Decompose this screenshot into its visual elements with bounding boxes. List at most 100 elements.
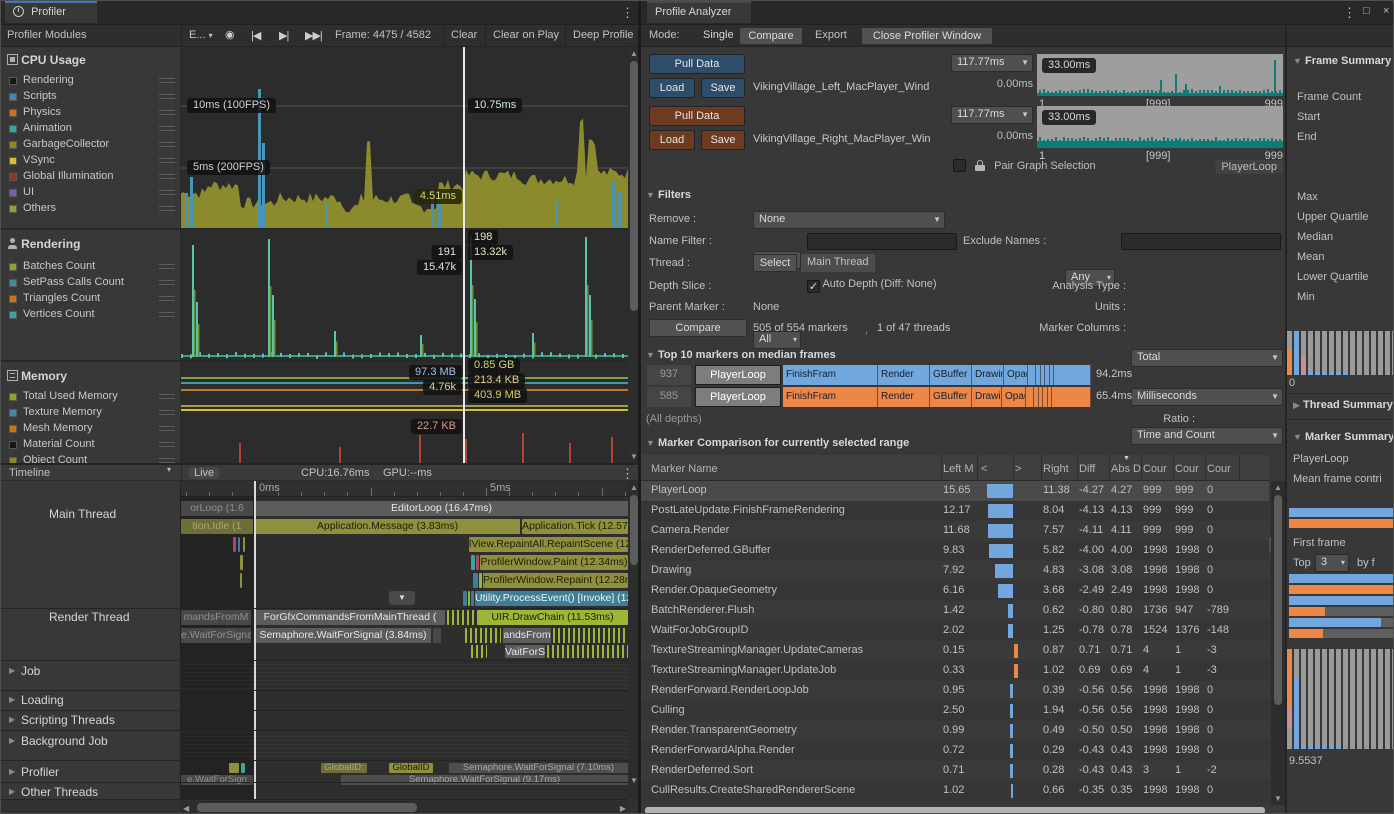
timeline-marker-bar[interactable]: Semaphore.WaitForSignal (7.10ms) (449, 763, 628, 773)
table-row[interactable]: WaitForJobGroupID2.021.25-0.780.78152413… (641, 621, 1269, 641)
thread-row-loading[interactable]: ▶Loading (1, 692, 181, 708)
table-row[interactable]: Drawing7.924.83-3.083.08199819980 (641, 561, 1269, 581)
thread-summary-header[interactable]: ▶ Thread Summary (1293, 399, 1394, 411)
save-button[interactable]: Save (701, 130, 745, 150)
top10-header[interactable]: ▼ Top 10 markers on median frames (646, 349, 836, 361)
timeline-marker-bar[interactable]: lView.RepaintAll.RepaintScene (12.35m (469, 537, 628, 552)
column-header-9[interactable]: Cour (1207, 463, 1237, 475)
timeline-marker-bar[interactable]: ProfilerWindow.Repaint (12.28ms) (483, 573, 628, 588)
module-header-cpu-usage[interactable]: CPU Usage (7, 53, 179, 67)
timeline-marker-bar[interactable]: VaitForSig (505, 645, 545, 658)
top10-segment[interactable]: Drawin (972, 387, 1002, 407)
frame-first-button[interactable]: |◀ (251, 29, 260, 42)
drag-handle-icon[interactable] (159, 426, 175, 431)
top10-segment[interactable] (1028, 365, 1036, 385)
table-row[interactable]: RenderForward.RenderLoopJob0.950.39-0.56… (641, 681, 1269, 701)
rendering-chart[interactable] (181, 230, 628, 361)
timeline-vscrollbar-thumb[interactable] (630, 495, 638, 565)
table-row[interactable]: RenderDeferred.GBuffer9.835.82-4.004.001… (641, 541, 1269, 561)
table-row[interactable]: RenderForwardAlpha.Render0.720.29-0.430.… (641, 741, 1269, 761)
thread-row-scripting-threads[interactable]: ▶Scripting Threads (1, 712, 181, 728)
timeline-marker-bar[interactable]: Application.Message (3.83ms) (255, 519, 520, 534)
thread-row-other-threads[interactable]: ▶Other Threads (1, 784, 181, 800)
timeline-marker-bar[interactable]: Semaphore.WaitForSignal (3.84ms) (255, 628, 431, 643)
column-header-7[interactable]: Cour (1143, 463, 1173, 475)
load-button[interactable]: Load (649, 130, 695, 150)
foldout-arrow-icon[interactable]: ▶ (9, 695, 15, 704)
modules-scrollbar-thumb[interactable] (630, 61, 638, 311)
table-vscrollbar[interactable]: ▲▼ (1271, 481, 1285, 805)
top10-segment[interactable]: GBuffer (930, 365, 972, 385)
frame-last-button[interactable]: ▶▶| (305, 29, 322, 42)
legend-item[interactable]: Scripts (1, 89, 181, 105)
table-row[interactable]: TextureStreamingManager.UpdateJob0.331.0… (641, 661, 1269, 681)
clear-on-play-button[interactable]: Clear on Play (493, 29, 559, 41)
timeline-marker-bar[interactable]: Semaphore.WaitForSignal (9.17ms) (341, 775, 628, 785)
thread-row-background-job[interactable]: ▶Background Job (1, 733, 181, 749)
drag-handle-icon[interactable] (159, 394, 175, 399)
top10-segment[interactable]: Render (878, 365, 930, 385)
analyzer-hscrollbar-thumb[interactable] (645, 807, 1265, 814)
timeline-menu-icon[interactable]: ⋮ (621, 466, 634, 482)
memory-chart[interactable] (181, 362, 628, 463)
remove-dropdown[interactable]: None▼ (753, 211, 945, 229)
marker-columns-dropdown[interactable]: Time and Count▼ (1131, 427, 1283, 445)
frame-summary-header[interactable]: ▼ Frame Summary (1293, 55, 1394, 67)
profiler-modules-dropdown[interactable]: Profiler Modules▾ (7, 29, 167, 41)
drag-handle-icon[interactable] (159, 190, 175, 195)
range-dropdown[interactable]: 117.77ms▼ (951, 54, 1033, 72)
cpu-usage-chart[interactable] (181, 47, 628, 229)
thread-row-main-thread[interactable]: Main Thread (1, 506, 181, 522)
drag-handle-icon[interactable] (159, 174, 175, 179)
drag-handle-icon[interactable] (159, 110, 175, 115)
top10-segment[interactable]: Render (878, 387, 930, 407)
foldout-arrow-icon[interactable]: ▶ (9, 736, 15, 745)
range-dropdown[interactable]: 117.77ms▼ (951, 106, 1033, 124)
timeline-marker-bar[interactable]: andsFrom (503, 628, 551, 643)
mode-compare-button[interactable]: Compare (739, 27, 803, 45)
close-icon[interactable]: × (1383, 5, 1389, 17)
tab-profile-analyzer[interactable]: Profile Analyzer (647, 1, 751, 23)
table-row[interactable]: PlayerLoop15.6511.38-4.274.279999990 (641, 481, 1269, 501)
analyzer-menu-icon[interactable]: ⋮ (1343, 5, 1356, 21)
timeline-hscrollbar-thumb[interactable] (197, 803, 417, 812)
marker-comparison-header[interactable]: ▼ Marker Comparison for currently select… (646, 437, 909, 449)
top10-segment[interactable] (1054, 365, 1091, 385)
timeline-track-area[interactable]: 0ms5msorLoop (1.6EditorLoop (16.47ms)tio… (181, 481, 628, 799)
drag-handle-icon[interactable] (159, 206, 175, 211)
maximize-icon[interactable]: □ (1363, 5, 1370, 17)
timeline-marker-bar[interactable]: UIR.DrawChain (11.53ms) (477, 610, 628, 625)
frame-time-graph[interactable]: 33.00ms (1037, 54, 1283, 96)
scroll-right-icon[interactable]: ▶ (620, 804, 626, 813)
filters-header[interactable]: ▼ Filters (646, 189, 691, 201)
timeline-view-dropdown[interactable]: Timeline (9, 467, 50, 479)
drag-handle-icon[interactable] (159, 296, 175, 301)
timeline-ruler[interactable]: 0ms5ms (181, 481, 628, 497)
export-button[interactable]: Export (815, 29, 847, 41)
module-header-memory[interactable]: Memory (7, 369, 179, 383)
legend-item[interactable]: Physics (1, 105, 181, 121)
module-header-rendering[interactable]: Rendering (7, 237, 179, 251)
pull-data-button[interactable]: Pull Data (649, 54, 745, 74)
frame-time-graph[interactable]: 33.00ms (1037, 106, 1283, 148)
legend-item[interactable]: Total Used Memory (1, 389, 181, 405)
foldout-arrow-icon[interactable]: ▶ (9, 767, 15, 776)
auto-depth-checkbox[interactable]: ✓ Auto Depth (Diff: None) (807, 278, 937, 293)
timeline-marker-bar[interactable]: ProfilerWindow.Paint (12.34ms) (480, 555, 628, 570)
column-header-3[interactable]: > (1015, 463, 1039, 475)
thread-select-button[interactable]: Select (753, 254, 797, 272)
mode-single-button[interactable]: Single (703, 29, 734, 41)
table-vscrollbar-thumb[interactable] (1274, 495, 1282, 705)
column-header-8[interactable]: Cour (1175, 463, 1205, 475)
drag-handle-icon[interactable] (159, 264, 175, 269)
table-row[interactable]: RenderDeferred.Sort0.710.28-0.430.4331-2 (641, 761, 1269, 781)
record-icon[interactable]: ◉ (225, 28, 235, 41)
legend-item[interactable]: UI (1, 185, 181, 201)
top10-segment[interactable]: Opac (1002, 387, 1026, 407)
scroll-up-icon[interactable]: ▲ (1271, 483, 1285, 492)
top10-segment[interactable]: Drawin (972, 365, 1004, 385)
legend-item[interactable]: Triangles Count (1, 291, 181, 307)
column-header-2[interactable]: < (981, 463, 1011, 475)
thread-row-job[interactable]: ▶Job (1, 663, 181, 679)
timeline-marker-bar[interactable]: GlobalID: (321, 763, 367, 773)
